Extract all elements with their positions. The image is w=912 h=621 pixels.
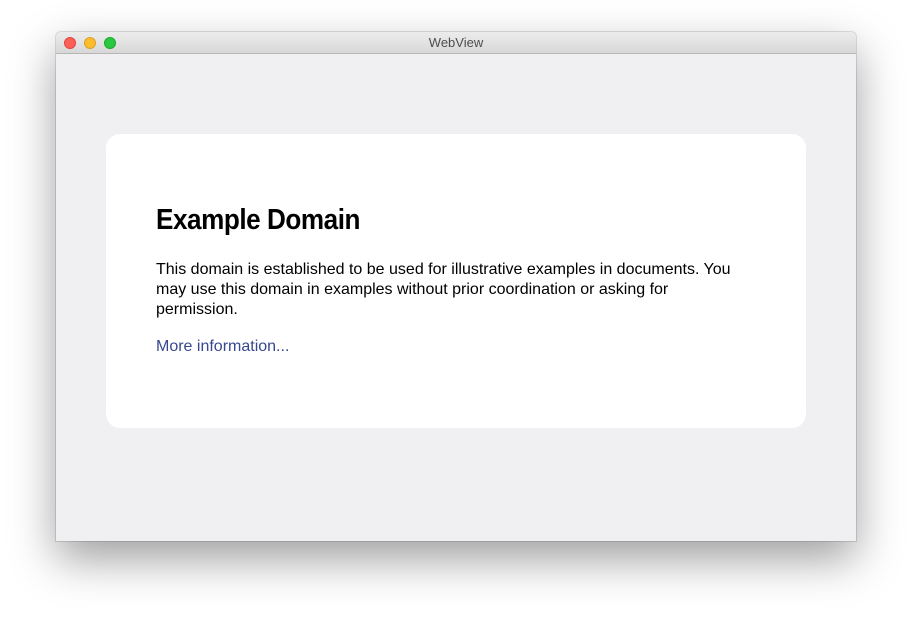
page-heading: Example Domain bbox=[156, 204, 361, 236]
app-window: WebView Example Domain This domain is es… bbox=[56, 32, 856, 541]
title-bar[interactable]: WebView bbox=[56, 32, 856, 54]
content-card: Example Domain This domain is establishe… bbox=[106, 134, 806, 428]
window-title: WebView bbox=[428, 35, 484, 50]
more-information-link[interactable]: More information... bbox=[156, 338, 289, 356]
web-content: Example Domain This domain is establishe… bbox=[56, 54, 856, 541]
description-paragraph: This domain is established to be used fo… bbox=[156, 261, 731, 318]
